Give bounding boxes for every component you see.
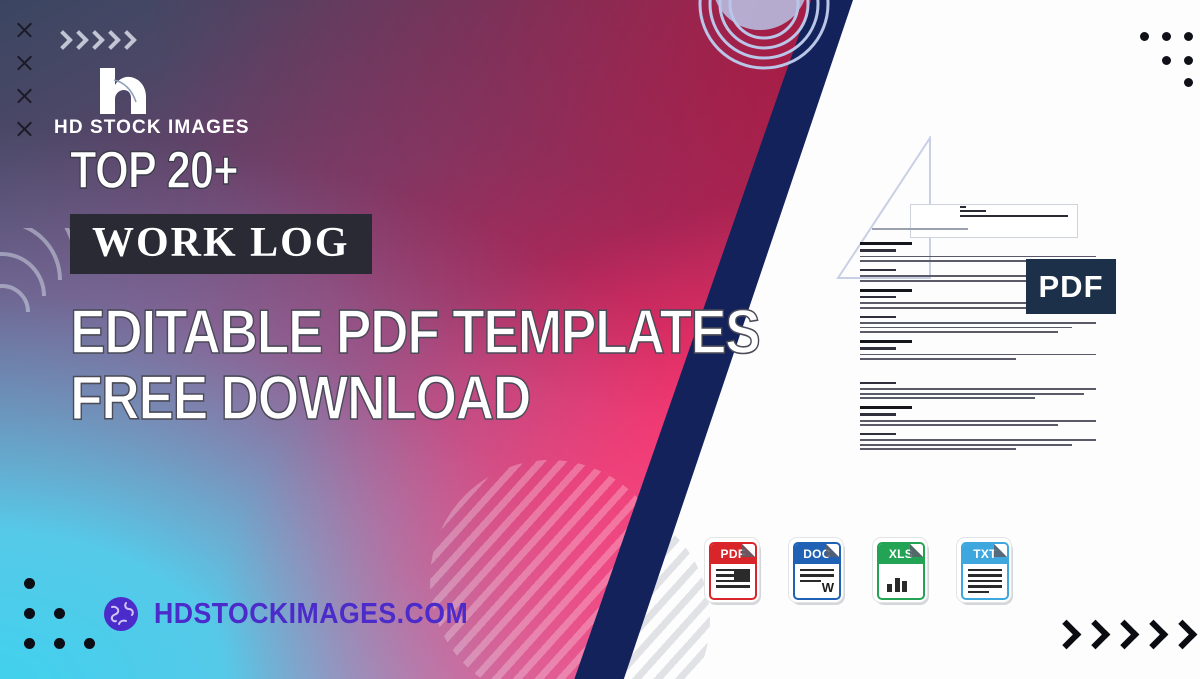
headline-badge-label: WORK LOG [92, 220, 350, 267]
dot-triangle-decor [1140, 16, 1196, 87]
pdf-badge: PDF [1026, 259, 1116, 314]
x-icon [16, 88, 33, 105]
w-glyph-icon: W [821, 580, 834, 595]
chevron-right-icon [1052, 618, 1078, 652]
website-url-bar[interactable]: HDSTOCKIMAGES.COM [22, 568, 495, 660]
file-icon-doc[interactable]: DOC W [788, 537, 845, 605]
image-glyph-icon [734, 569, 750, 580]
doc-section [860, 433, 1096, 451]
doc-section [860, 339, 1096, 360]
file-icon-xls[interactable]: XLS [872, 537, 929, 605]
dot-grid-decor [22, 568, 98, 660]
website-url-text[interactable]: HDSTOCKIMAGES.COM [154, 598, 468, 631]
headline-badge: WORK LOG [70, 214, 372, 275]
chevron-right-icon [1081, 618, 1107, 652]
chevron-row-decor [54, 30, 133, 52]
x-icon [16, 55, 33, 72]
document-header-rule [872, 228, 968, 230]
x-marks-decor [16, 22, 33, 138]
headline-block: TOP 20+ WORK LOG EDITABLE PDF TEMPLATES … [69, 141, 761, 434]
h-monogram-logo-icon [94, 66, 156, 116]
chevron-right-icon [86, 30, 101, 52]
headline-main: EDITABLE PDF TEMPLATES FREE DOWNLOAD [69, 298, 761, 434]
chevron-right-icon [1110, 618, 1136, 652]
headline-line-2: FREE DOWNLOAD [69, 364, 532, 434]
document-preview[interactable] [836, 134, 1106, 496]
headline-kicker: TOP 20+ [69, 141, 239, 200]
circle-rings-decor [690, 0, 880, 118]
headline-line-1: EDITABLE PDF TEMPLATES [69, 298, 761, 368]
doc-section [860, 406, 1096, 427]
file-type-icon-row: PDF DOC W XLS TXT [704, 537, 1013, 605]
chevron-right-icon [118, 30, 133, 52]
pdf-badge-label: PDF [1038, 268, 1104, 304]
globe-icon [102, 595, 140, 633]
bar-chart-glyph-icon [887, 578, 907, 592]
document-header-lines [960, 206, 1072, 219]
poster-canvas: HD STOCK IMAGES TOP 20+ WORK LOG EDITABL… [0, 0, 1200, 679]
doc-section [860, 381, 1096, 400]
chevron-right-icon [70, 30, 85, 52]
file-icon-pdf[interactable]: PDF [704, 537, 761, 605]
chevron-right-icon [102, 30, 117, 52]
chevron-right-icon [1168, 618, 1194, 652]
chevron-right-icon [1139, 618, 1165, 652]
chevron-right-icon [54, 30, 69, 52]
brand-name: HD STOCK IMAGES [54, 117, 250, 138]
file-icon-txt[interactable]: TXT [956, 537, 1013, 605]
x-icon [16, 121, 33, 138]
doc-section [860, 315, 1096, 333]
chevron-arrows-decor [1052, 618, 1194, 652]
x-icon [16, 22, 33, 39]
